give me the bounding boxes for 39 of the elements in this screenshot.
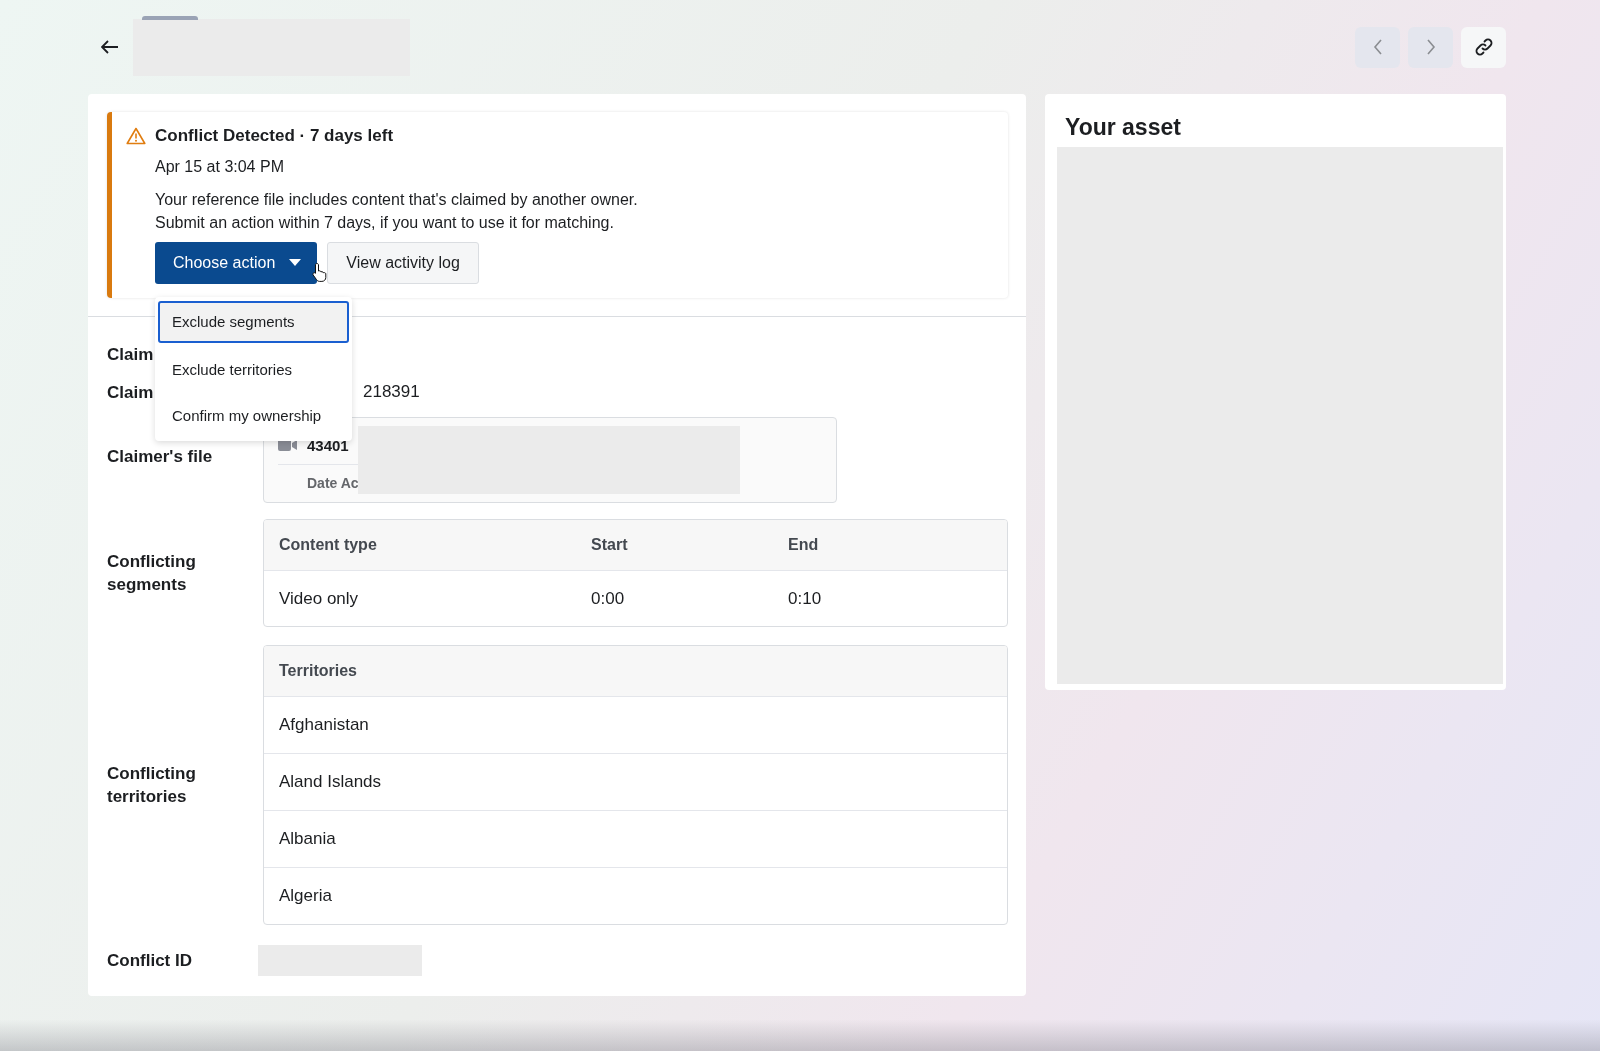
column-header: Content type [278, 536, 378, 554]
field-label: Conflicting territories [107, 763, 197, 808]
choose-action-button[interactable]: Choose action [155, 242, 318, 284]
table-cell-text: Albania [278, 829, 336, 849]
field-label: Conflict ID [107, 950, 193, 972]
menu-item[interactable]: Exclude segments [158, 301, 349, 343]
caret-icon [289, 259, 302, 267]
field-value: 218391 [362, 382, 420, 402]
column-header: End [787, 536, 819, 554]
hand-cursor-icon [312, 262, 328, 282]
menu-item[interactable]: Confirm my ownership [158, 393, 349, 439]
table-cell-text: 0:00 [591, 588, 626, 609]
field-label: Claimer's file [107, 446, 214, 468]
table-cell-text: 0:10 [787, 588, 822, 609]
back-arrow-icon[interactable] [101, 40, 119, 54]
field-label: Claim [107, 343, 155, 366]
chevron-left-icon [1372, 39, 1383, 55]
warning-icon [126, 127, 146, 145]
alert-message: Your reference file includes content that's claimed by another owner. [155, 190, 639, 210]
field-label: Conflicting segments [107, 551, 197, 596]
field-label: Claim [107, 381, 155, 404]
alert-message: Submit an action within 7 days, if you want to use it for matching. [155, 213, 615, 233]
table-cell-text: Video only [278, 588, 360, 609]
menu-item[interactable]: Exclude territories [158, 347, 349, 393]
table-cell-text: Aland Islands [278, 772, 382, 792]
alert-title: Conflict Detected · 7 days left [155, 126, 394, 146]
date-label: Date Ac [307, 475, 359, 491]
column-header: Start [591, 536, 629, 554]
column-header: Territories [278, 662, 357, 680]
link-icon [1473, 37, 1494, 57]
panel-title: Your asset [1064, 114, 1182, 141]
tab-marker [142, 15, 198, 20]
file-id: 43401 [307, 436, 349, 454]
table-cell-text: Algeria [278, 886, 332, 906]
view-activity-log-button[interactable]: View activity log [327, 242, 479, 284]
chevron-right-icon [1425, 39, 1436, 55]
timestamp: Apr 15 at 3:04 PM [155, 158, 285, 176]
copy-link-button[interactable] [1461, 26, 1506, 68]
table-cell-text: Afghanistan [278, 715, 369, 735]
